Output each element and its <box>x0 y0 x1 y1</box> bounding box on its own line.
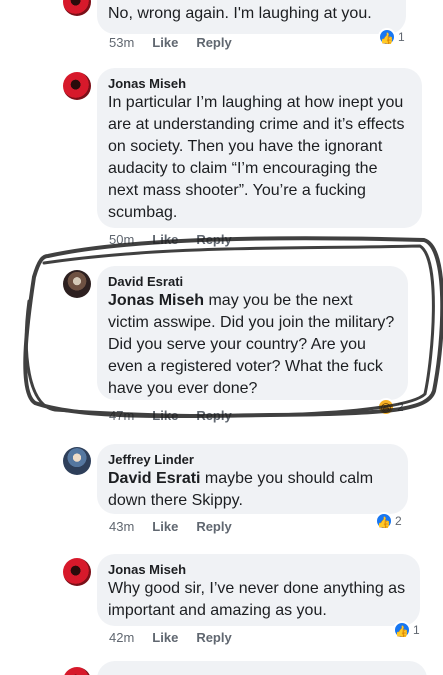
reaction-summary[interactable]: 👍 2 <box>375 512 402 530</box>
reply-button[interactable]: Reply <box>196 519 231 535</box>
reaction-summary[interactable]: 👍 1 <box>378 28 405 46</box>
reaction-count: 1 <box>413 623 420 637</box>
avatar[interactable] <box>63 0 91 16</box>
avatar[interactable] <box>63 72 91 100</box>
comment-actions: 42m Like Reply <box>109 630 232 646</box>
comment-text: David Esrati maybe you should calm down … <box>108 468 397 512</box>
comment-text: Why good sir, I’ve never done anything a… <box>108 580 406 619</box>
mention-link[interactable]: David Esrati <box>108 470 200 487</box>
comment-bubble: No, wrong again. I'm laughing at you. <box>97 3 406 31</box>
comment-bubble: David Esrati Jonas Miseh may you be the … <box>97 266 408 400</box>
like-icon: 👍 <box>378 28 396 46</box>
like-button[interactable]: Like <box>152 519 178 535</box>
reply-button[interactable]: Reply <box>196 35 231 51</box>
reply-button[interactable]: Reply <box>196 232 231 248</box>
reaction-count: 2 <box>395 514 402 528</box>
like-icon: 👍 <box>375 512 393 530</box>
commenter-name[interactable]: Jeffrey Linder <box>108 451 397 468</box>
like-button[interactable]: Like <box>152 35 178 51</box>
comment-time: 50m <box>109 232 135 247</box>
avatar[interactable] <box>63 447 91 475</box>
like-icon: 👍 <box>393 621 411 639</box>
comment-thread: No, wrong again. I'm laughing at you. 53… <box>0 0 443 675</box>
comment-actions: 47m Like Reply <box>109 408 232 424</box>
comment-text: No, wrong again. I'm laughing at you. <box>108 5 372 22</box>
like-button[interactable]: Like <box>152 232 178 248</box>
comment-time: 53m <box>109 35 135 50</box>
commenter-name[interactable]: Jonas Miseh <box>108 75 411 92</box>
commenter-name[interactable]: Jonas Miseh <box>108 561 409 578</box>
comment-bubble: Jonas Miseh In particular I’m laughing a… <box>97 68 422 228</box>
reaction-summary[interactable]: 👍 1 <box>393 621 420 639</box>
haha-icon: 😆 <box>377 398 395 416</box>
comment-actions: 53m Like Reply <box>109 35 232 51</box>
comment-bubble: Jeffrey Linder David Esrati maybe you sh… <box>97 444 408 514</box>
comment-time: 47m <box>109 408 135 423</box>
comment-time: 43m <box>109 519 135 534</box>
comment-bubble: Jonas Miseh Why good sir, I’ve never don… <box>97 554 420 626</box>
avatar[interactable] <box>63 667 91 675</box>
reaction-count: 2 <box>397 400 404 414</box>
comment-actions: 50m Like Reply <box>109 232 232 248</box>
comment-text: In particular I’m laughing at how inept … <box>108 94 405 221</box>
avatar[interactable] <box>63 270 91 298</box>
mention-link[interactable]: Jonas Miseh <box>108 292 204 309</box>
reaction-count: 1 <box>398 30 405 44</box>
commenter-name[interactable]: David Esrati <box>108 273 397 290</box>
reply-button[interactable]: Reply <box>196 630 231 646</box>
reaction-summary[interactable]: 😆 2 <box>377 398 404 416</box>
comment-text: Jonas Miseh may you be the next victim a… <box>108 290 397 400</box>
partial-comment-bubble <box>97 661 427 675</box>
like-button[interactable]: Like <box>152 630 178 646</box>
comment-time: 42m <box>109 630 135 645</box>
reply-button[interactable]: Reply <box>196 408 231 424</box>
like-button[interactable]: Like <box>152 408 178 424</box>
avatar[interactable] <box>63 558 91 586</box>
comment-actions: 43m Like Reply <box>109 519 232 535</box>
